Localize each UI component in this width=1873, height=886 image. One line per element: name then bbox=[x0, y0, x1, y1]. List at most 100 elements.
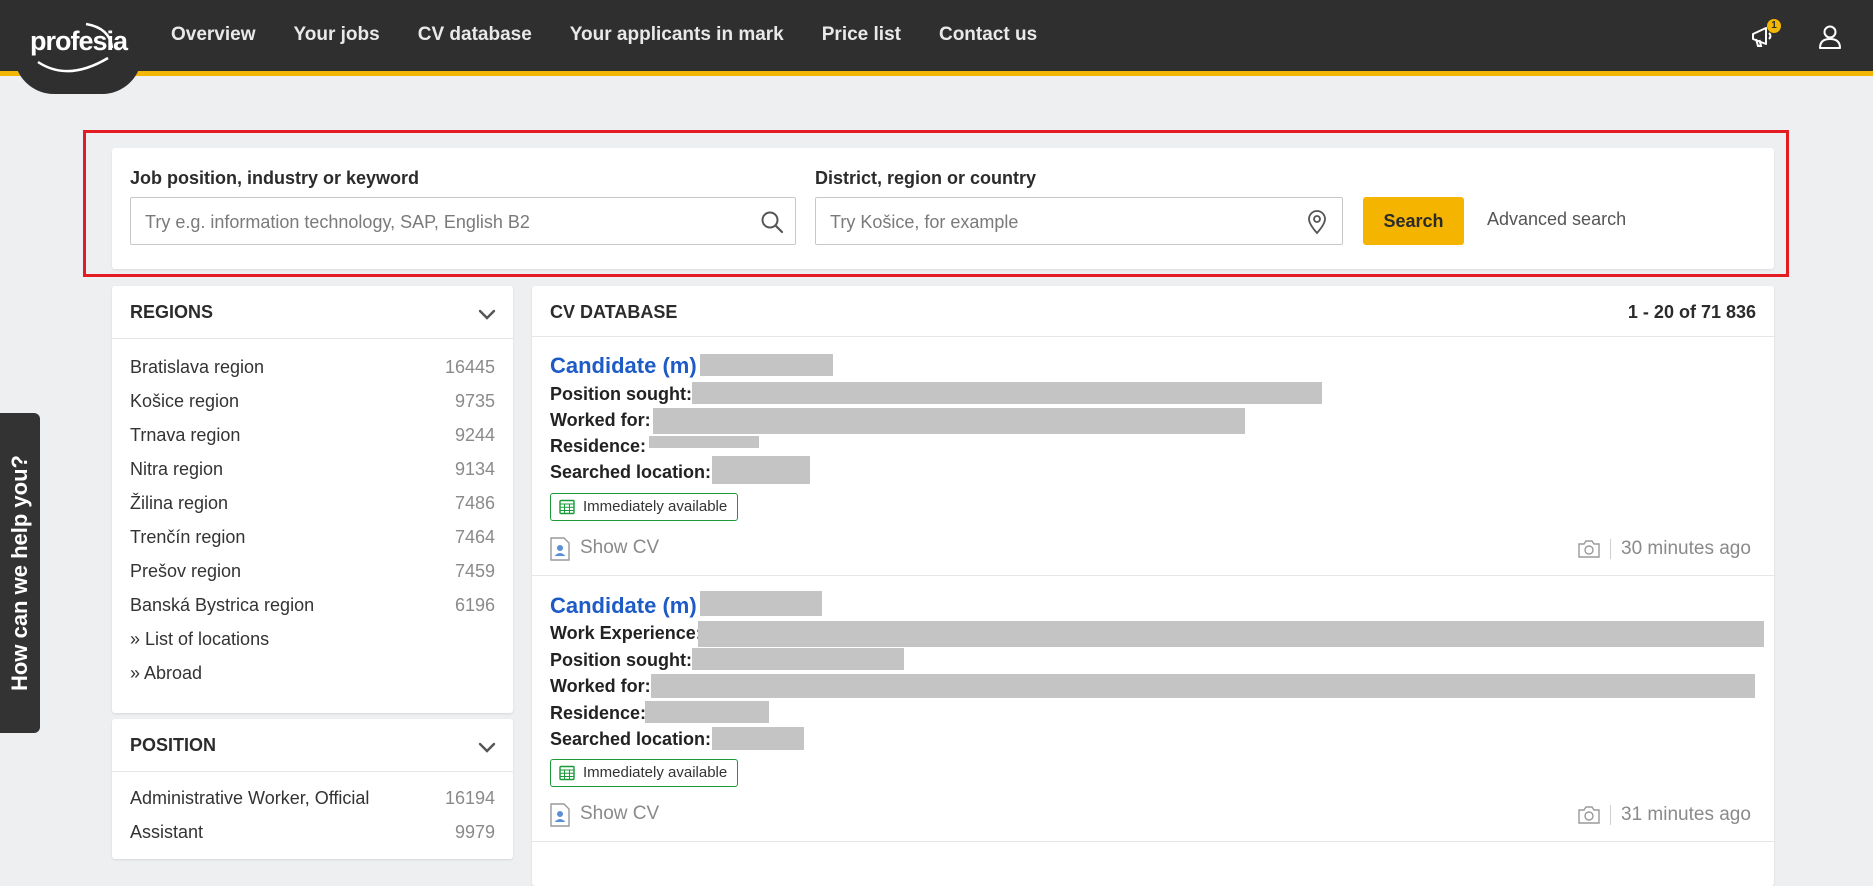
candidate-name-link[interactable]: Candidate (m) bbox=[550, 353, 697, 379]
candidate-card: Candidate (m) Position sought: Worked fo… bbox=[532, 336, 1774, 576]
region-label[interactable]: Banská Bystrica region bbox=[130, 595, 314, 616]
candidate-field-label: Position sought: bbox=[550, 650, 692, 670]
region-label[interactable]: Bratislava region bbox=[130, 357, 264, 378]
last-updated-time: 30 minutes ago bbox=[1621, 538, 1751, 559]
divider bbox=[1610, 539, 1611, 559]
region-label[interactable]: Nitra region bbox=[130, 459, 223, 480]
search-icon[interactable] bbox=[759, 209, 785, 235]
search-button[interactable]: Search bbox=[1363, 197, 1464, 245]
candidate-field-label: Residence: bbox=[550, 436, 647, 456]
region-count: 9735 bbox=[454, 391, 495, 411]
redacted-block bbox=[712, 456, 810, 484]
position-count: 9979 bbox=[454, 822, 495, 842]
region-label[interactable]: Prešov region bbox=[130, 561, 241, 582]
redacted-block bbox=[692, 648, 904, 670]
nav-your-applicants[interactable]: Your applicants in mark bbox=[570, 24, 784, 46]
immediately-available-badge: Immediately available bbox=[550, 759, 739, 787]
region-item-kosice[interactable]: Košice region 9735 bbox=[112, 383, 513, 417]
show-cv-label[interactable]: Show CV bbox=[580, 803, 659, 824]
profesia-logo[interactable]: profesia bbox=[30, 26, 128, 57]
redacted-block bbox=[700, 591, 822, 616]
keyword-label: Job position, industry or keyword bbox=[130, 168, 420, 188]
results-header: CV DATABASE 1 - 20 of 71 836 bbox=[532, 286, 1774, 337]
redacted-block bbox=[692, 382, 1322, 404]
region-item-presov[interactable]: Prešov region 7459 bbox=[112, 553, 513, 587]
badge-label: Immediately available bbox=[583, 498, 728, 515]
candidate-field-label: Position sought: bbox=[550, 384, 692, 404]
last-updated-time: 31 minutes ago bbox=[1621, 804, 1751, 825]
redacted-block bbox=[653, 408, 1245, 434]
candidate-card: Candidate (m) Work Experience: Position … bbox=[532, 576, 1774, 842]
show-cv-link[interactable]: Show CV bbox=[550, 803, 659, 827]
region-count: 7459 bbox=[454, 561, 495, 581]
region-item-nitra[interactable]: Nitra region 9134 bbox=[112, 451, 513, 485]
results-count: 1 - 20 of 71 836 bbox=[1627, 302, 1756, 322]
region-item-trnava[interactable]: Trnava region 9244 bbox=[112, 417, 513, 451]
candidate-field-label: Searched location: bbox=[550, 462, 712, 482]
position-count: 16194 bbox=[444, 788, 495, 808]
position-label[interactable]: Administrative Worker, Official bbox=[130, 788, 369, 809]
position-item-assistant[interactable]: Assistant 9979 bbox=[112, 814, 513, 848]
position-title: POSITION bbox=[130, 735, 217, 755]
position-item-administrative[interactable]: Administrative Worker, Official 16194 bbox=[112, 780, 513, 814]
chevron-down-icon[interactable] bbox=[477, 304, 497, 324]
candidate-field-label: Residence: bbox=[550, 703, 647, 723]
region-item-banska-bystrica[interactable]: Banská Bystrica region 6196 bbox=[112, 587, 513, 621]
user-icon[interactable] bbox=[1815, 22, 1845, 52]
region-label[interactable]: Košice region bbox=[130, 391, 239, 412]
region-count: 16445 bbox=[444, 357, 495, 377]
badge-label: Immediately available bbox=[583, 764, 728, 781]
calendar-icon bbox=[559, 765, 575, 781]
region-label[interactable]: Trenčín region bbox=[130, 527, 245, 548]
position-label[interactable]: Assistant bbox=[130, 822, 203, 843]
region-item-bratislava[interactable]: Bratislava region 16445 bbox=[112, 349, 513, 383]
location-input[interactable] bbox=[828, 198, 1298, 246]
region-item-zilina[interactable]: Žilina region 7486 bbox=[112, 485, 513, 519]
candidate-field-label: Work Experience: bbox=[550, 623, 702, 643]
redacted-block bbox=[645, 701, 769, 723]
calendar-icon bbox=[559, 499, 575, 515]
region-label[interactable]: Žilina region bbox=[130, 493, 228, 514]
region-count: 7486 bbox=[454, 493, 495, 513]
nav-your-jobs[interactable]: Your jobs bbox=[294, 24, 380, 46]
cv-document-icon bbox=[550, 537, 570, 561]
link-label[interactable]: » List of locations bbox=[130, 629, 269, 650]
keyword-input[interactable] bbox=[143, 198, 751, 246]
show-cv-link[interactable]: Show CV bbox=[550, 537, 659, 561]
position-header[interactable]: POSITION bbox=[112, 719, 513, 772]
camera-icon bbox=[1578, 540, 1600, 558]
region-label[interactable]: Trnava region bbox=[130, 425, 240, 446]
redacted-block bbox=[698, 621, 1764, 647]
region-count: 7464 bbox=[454, 527, 495, 547]
cv-database-results: CV DATABASE 1 - 20 of 71 836 Candidate (… bbox=[532, 286, 1774, 886]
region-count: 9134 bbox=[454, 459, 495, 479]
candidate-name-link[interactable]: Candidate (m) bbox=[550, 593, 697, 619]
location-pin-icon bbox=[1308, 210, 1326, 235]
chevron-down-icon[interactable] bbox=[477, 737, 497, 757]
nav-price-list[interactable]: Price list bbox=[822, 24, 901, 46]
show-cv-label[interactable]: Show CV bbox=[580, 537, 659, 558]
location-field[interactable] bbox=[815, 197, 1343, 246]
redacted-block bbox=[649, 436, 759, 448]
nav-cv-database[interactable]: CV database bbox=[418, 24, 532, 46]
keyword-field[interactable] bbox=[130, 197, 796, 246]
help-tab-label: How can we help you? bbox=[7, 455, 32, 691]
location-label: District, region or country bbox=[815, 168, 1037, 188]
abroad-link[interactable]: » Abroad bbox=[112, 655, 513, 689]
candidate-field-label: Worked for: bbox=[550, 676, 651, 696]
candidate-field-label: Worked for: bbox=[550, 410, 651, 430]
region-item-trencin[interactable]: Trenčín region 7464 bbox=[112, 519, 513, 553]
redacted-block bbox=[651, 674, 1755, 698]
redacted-block bbox=[700, 354, 833, 376]
region-count: 9244 bbox=[454, 425, 495, 445]
advanced-search-link[interactable]: Advanced search bbox=[1487, 209, 1626, 230]
regions-header[interactable]: REGIONS bbox=[112, 286, 513, 339]
nav-contact-us[interactable]: Contact us bbox=[939, 24, 1037, 46]
regions-title: REGIONS bbox=[130, 302, 214, 322]
redacted-block bbox=[712, 727, 804, 750]
notification-badge: 1 bbox=[1767, 19, 1781, 33]
list-of-locations-link[interactable]: » List of locations bbox=[112, 621, 513, 655]
link-label[interactable]: » Abroad bbox=[130, 663, 202, 684]
nav-overview[interactable]: Overview bbox=[171, 24, 256, 46]
results-title: CV DATABASE bbox=[550, 302, 678, 322]
